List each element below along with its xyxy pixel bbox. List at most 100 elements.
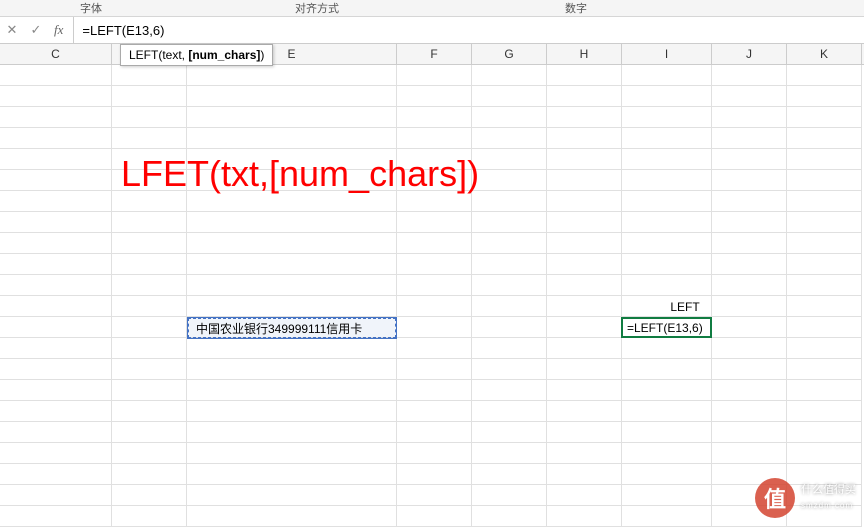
grid-cell[interactable] [547, 170, 622, 191]
grid-cell[interactable] [112, 233, 187, 254]
grid-cell[interactable] [547, 212, 622, 233]
grid-cell[interactable] [712, 296, 787, 317]
grid-cell[interactable] [187, 359, 397, 380]
grid-cell[interactable] [547, 422, 622, 443]
grid-cell[interactable] [0, 149, 112, 170]
grid-cell[interactable] [472, 422, 547, 443]
grid-cell[interactable] [472, 170, 547, 191]
grid-cell[interactable] [0, 296, 112, 317]
grid-cell[interactable] [787, 86, 862, 107]
column-header-f[interactable]: F [397, 44, 472, 64]
grid-cell[interactable] [112, 128, 187, 149]
column-header-j[interactable]: J [712, 44, 787, 64]
grid-cell[interactable] [547, 464, 622, 485]
grid-cell[interactable] [187, 296, 397, 317]
grid-cell[interactable] [787, 149, 862, 170]
grid-cell[interactable] [622, 464, 712, 485]
grid-cell[interactable] [397, 443, 472, 464]
grid-cell[interactable] [547, 380, 622, 401]
grid-cell[interactable] [187, 401, 397, 422]
grid-cell[interactable] [547, 443, 622, 464]
grid-cell[interactable] [547, 65, 622, 86]
grid-cell[interactable] [712, 380, 787, 401]
grid-cell[interactable] [472, 275, 547, 296]
grid-cell[interactable] [397, 212, 472, 233]
grid-cell[interactable] [472, 464, 547, 485]
active-cell-i13[interactable]: =LEFT(E13,6) [621, 317, 712, 338]
grid-cell[interactable] [112, 464, 187, 485]
grid-cell[interactable] [397, 107, 472, 128]
grid-cell[interactable] [187, 86, 397, 107]
grid-cell[interactable] [112, 485, 187, 506]
formula-accept-button[interactable]: ✓ [24, 17, 48, 43]
grid-cell[interactable] [472, 359, 547, 380]
grid-cell[interactable] [547, 254, 622, 275]
grid-cell[interactable] [712, 275, 787, 296]
grid-cell[interactable] [0, 422, 112, 443]
grid-cell[interactable] [112, 296, 187, 317]
spreadsheet-grid[interactable]: CDEFGHIJK LFET(txt,[num_chars]) 中国农业银行34… [0, 44, 864, 527]
grid-cell[interactable] [787, 212, 862, 233]
grid-cell[interactable] [0, 359, 112, 380]
grid-cell[interactable] [0, 233, 112, 254]
grid-cell[interactable] [397, 296, 472, 317]
grid-cell[interactable] [547, 338, 622, 359]
grid-cell[interactable] [712, 317, 787, 338]
grid-cell[interactable] [622, 422, 712, 443]
grid-cell[interactable] [472, 401, 547, 422]
grid-cell[interactable] [712, 401, 787, 422]
grid-cell[interactable] [187, 380, 397, 401]
grid-cell[interactable] [622, 359, 712, 380]
grid-cell[interactable] [397, 275, 472, 296]
grid-cell[interactable] [622, 212, 712, 233]
grid-cell[interactable] [112, 65, 187, 86]
grid-cell[interactable] [547, 275, 622, 296]
grid-cell[interactable] [547, 191, 622, 212]
grid-cell[interactable] [187, 107, 397, 128]
grid-cell[interactable] [712, 443, 787, 464]
grid-cell[interactable] [472, 254, 547, 275]
grid-cell[interactable] [787, 338, 862, 359]
grid-cell[interactable] [712, 254, 787, 275]
grid-cell[interactable] [187, 485, 397, 506]
grid-cell[interactable] [622, 128, 712, 149]
grid-cell[interactable] [547, 149, 622, 170]
grid-cell[interactable] [787, 65, 862, 86]
column-header-k[interactable]: K [787, 44, 862, 64]
grid-cell[interactable] [787, 422, 862, 443]
grid-cell[interactable] [787, 254, 862, 275]
grid-cell[interactable] [187, 212, 397, 233]
grid-cell[interactable] [547, 107, 622, 128]
grid-cell[interactable] [187, 275, 397, 296]
grid-cell[interactable] [472, 317, 547, 338]
grid-cell[interactable] [0, 443, 112, 464]
grid-cell[interactable] [397, 401, 472, 422]
grid-cell[interactable] [397, 359, 472, 380]
grid-cell[interactable] [0, 86, 112, 107]
grid-cell[interactable] [472, 443, 547, 464]
grid-cell[interactable] [787, 170, 862, 191]
grid-cell[interactable] [112, 317, 187, 338]
grid-cell[interactable] [622, 233, 712, 254]
grid-cell[interactable] [622, 149, 712, 170]
grid-cell[interactable] [0, 317, 112, 338]
grid-cell[interactable] [472, 128, 547, 149]
grid-cell[interactable] [397, 233, 472, 254]
grid-cell[interactable] [787, 317, 862, 338]
grid-cell[interactable] [622, 380, 712, 401]
grid-cell[interactable] [397, 338, 472, 359]
grid-cell[interactable] [187, 422, 397, 443]
grid-cell[interactable] [112, 275, 187, 296]
grid-cell[interactable] [397, 86, 472, 107]
grid-cell[interactable] [622, 191, 712, 212]
grid-cell[interactable] [712, 233, 787, 254]
grid-cell[interactable] [112, 212, 187, 233]
grid-cell[interactable] [187, 443, 397, 464]
grid-cell[interactable] [787, 401, 862, 422]
grid-cell[interactable] [472, 485, 547, 506]
grid-cell[interactable] [0, 212, 112, 233]
grid-cell[interactable] [622, 170, 712, 191]
grid-cell[interactable] [712, 422, 787, 443]
grid-cell[interactable] [187, 338, 397, 359]
grid-cell[interactable] [112, 443, 187, 464]
